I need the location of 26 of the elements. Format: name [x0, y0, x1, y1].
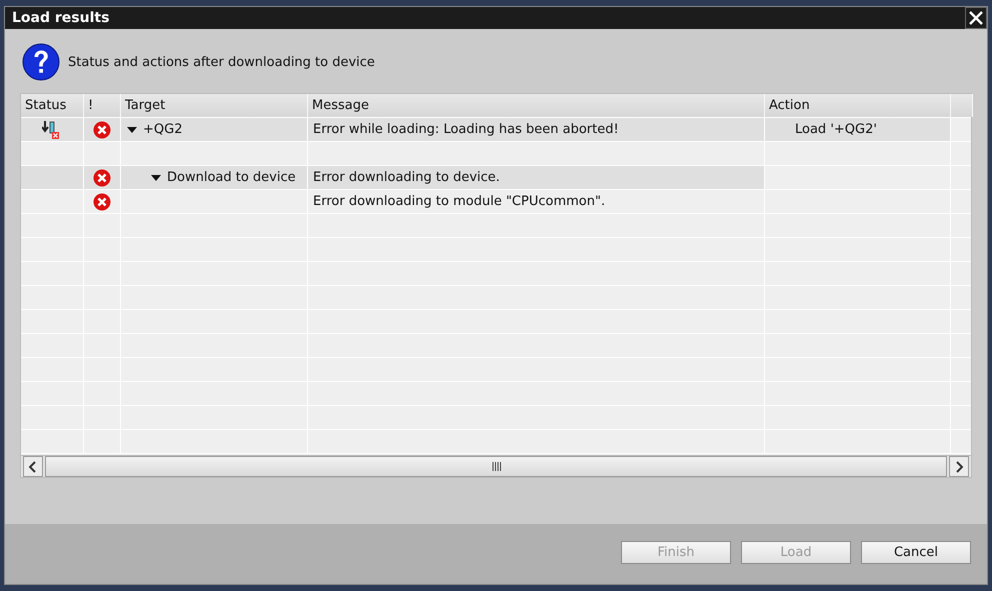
column-header[interactable]: ! [84, 94, 121, 117]
caret-icon[interactable] [151, 174, 161, 180]
error-icon [93, 168, 111, 186]
dialog-button[interactable]: Cancel [861, 540, 971, 564]
error-icon [93, 120, 111, 138]
close-icon [969, 11, 983, 25]
column-header[interactable]: Status [21, 94, 84, 117]
target-text: +QG2 [143, 122, 182, 137]
table-cell: Error downloading to device. [308, 166, 765, 189]
header-text: Status and actions after downloading to device [68, 54, 375, 70]
chevron-left-icon [29, 460, 37, 472]
scroll-left-button[interactable] [23, 456, 43, 477]
table-cell: Error while loading: Loading has been aborted! [308, 118, 765, 141]
chevron-right-icon [955, 460, 963, 472]
table-cell: Load '+QG2' [765, 118, 951, 141]
question-icon [22, 43, 60, 81]
window-title: Load results [12, 10, 110, 26]
column-header[interactable]: Message [308, 94, 765, 117]
caret-icon[interactable] [127, 126, 137, 132]
column-header[interactable]: Target [121, 94, 308, 117]
column-header[interactable]: Action [765, 94, 951, 117]
close-button[interactable] [965, 7, 987, 29]
target-text: Download to device [167, 170, 296, 185]
grip-icon [492, 462, 500, 471]
scroll-right-button[interactable] [949, 456, 969, 477]
error-icon [93, 192, 111, 210]
